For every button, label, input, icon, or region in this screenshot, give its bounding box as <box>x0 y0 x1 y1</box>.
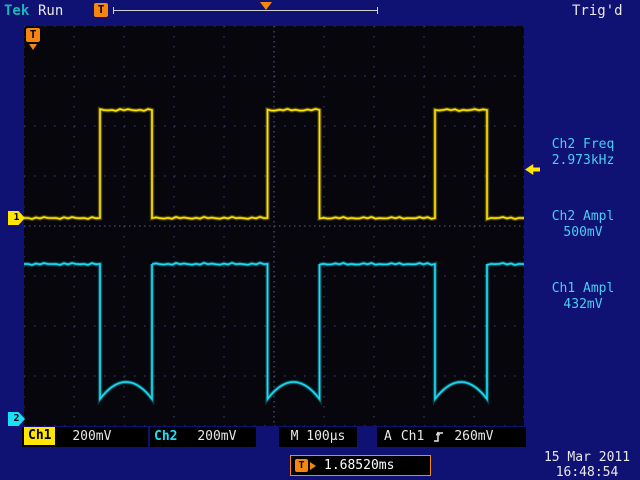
record-bar-tick <box>113 7 114 14</box>
record-bar <box>113 10 378 11</box>
top-status-bar: Tek Run T Trig'd <box>0 0 640 26</box>
measurement-value: 2.973kHz <box>528 153 638 169</box>
trigger-time-value: 1.68520ms <box>324 458 394 473</box>
trigger-source: Ch1 <box>401 427 424 447</box>
measurement-label: Ch1 Ampl <box>528 281 638 297</box>
trigger-status: Trig'd <box>572 3 623 19</box>
date-time: 15 Mar 2011 16:48:54 <box>534 450 640 480</box>
trigger-mode: A <box>384 427 392 447</box>
measurement-ch2-freq: Ch2 Freq 2.973kHz <box>528 137 638 169</box>
right-arrow-icon <box>310 462 316 470</box>
ch1-badge: Ch1 <box>24 427 55 445</box>
ch2-badge: Ch2 <box>154 429 177 444</box>
trigger-readout: A Ch1 260mV <box>377 427 526 447</box>
trigger-level-value: 260mV <box>454 427 493 447</box>
ch2-scale-readout: Ch2 200mV <box>150 427 256 447</box>
tek-logo: Tek <box>4 3 29 19</box>
measurement-label: Ch2 Freq <box>528 137 638 153</box>
measurement-value: 500mV <box>528 225 638 241</box>
measurement-ch2-ampl: Ch2 Ampl 500mV <box>528 209 638 241</box>
rising-edge-icon <box>433 430 445 444</box>
trigger-time-arrow-icon <box>29 44 37 50</box>
waveform-display <box>24 26 524 426</box>
ch1-ground-marker: 1 <box>8 211 25 225</box>
measurement-ch1-ampl: Ch1 Ampl 432mV <box>528 281 638 313</box>
trigger-time-badge: T <box>26 28 40 42</box>
ch2-scale-value: 200mV <box>197 429 236 444</box>
ch2-ground-marker: 2 <box>8 412 25 426</box>
timebase-readout: M 100µs <box>279 427 357 447</box>
timebase-value: M 100µs <box>291 429 346 444</box>
measurement-value: 432mV <box>528 297 638 313</box>
trigger-t-badge: T <box>295 459 308 472</box>
trigger-position-marker-icon <box>260 2 272 10</box>
date-value: 15 Mar 2011 <box>534 450 640 465</box>
acquisition-status: Run <box>38 3 63 19</box>
ch1-scale-value: 200mV <box>72 429 111 444</box>
oscilloscope-screen: Tek Run T Trig'd T 1 2 Ch2 Freq 2.973kHz… <box>0 0 640 480</box>
time-value: 16:48:54 <box>534 465 640 480</box>
trigger-time-readout: T 1.68520ms <box>290 455 431 476</box>
ch1-scale-readout: Ch1 200mV <box>22 427 148 447</box>
record-trigger-badge: T <box>94 3 108 17</box>
measurement-label: Ch2 Ampl <box>528 209 638 225</box>
record-bar-tick <box>377 7 378 14</box>
graticule: T 1 2 <box>24 26 524 426</box>
